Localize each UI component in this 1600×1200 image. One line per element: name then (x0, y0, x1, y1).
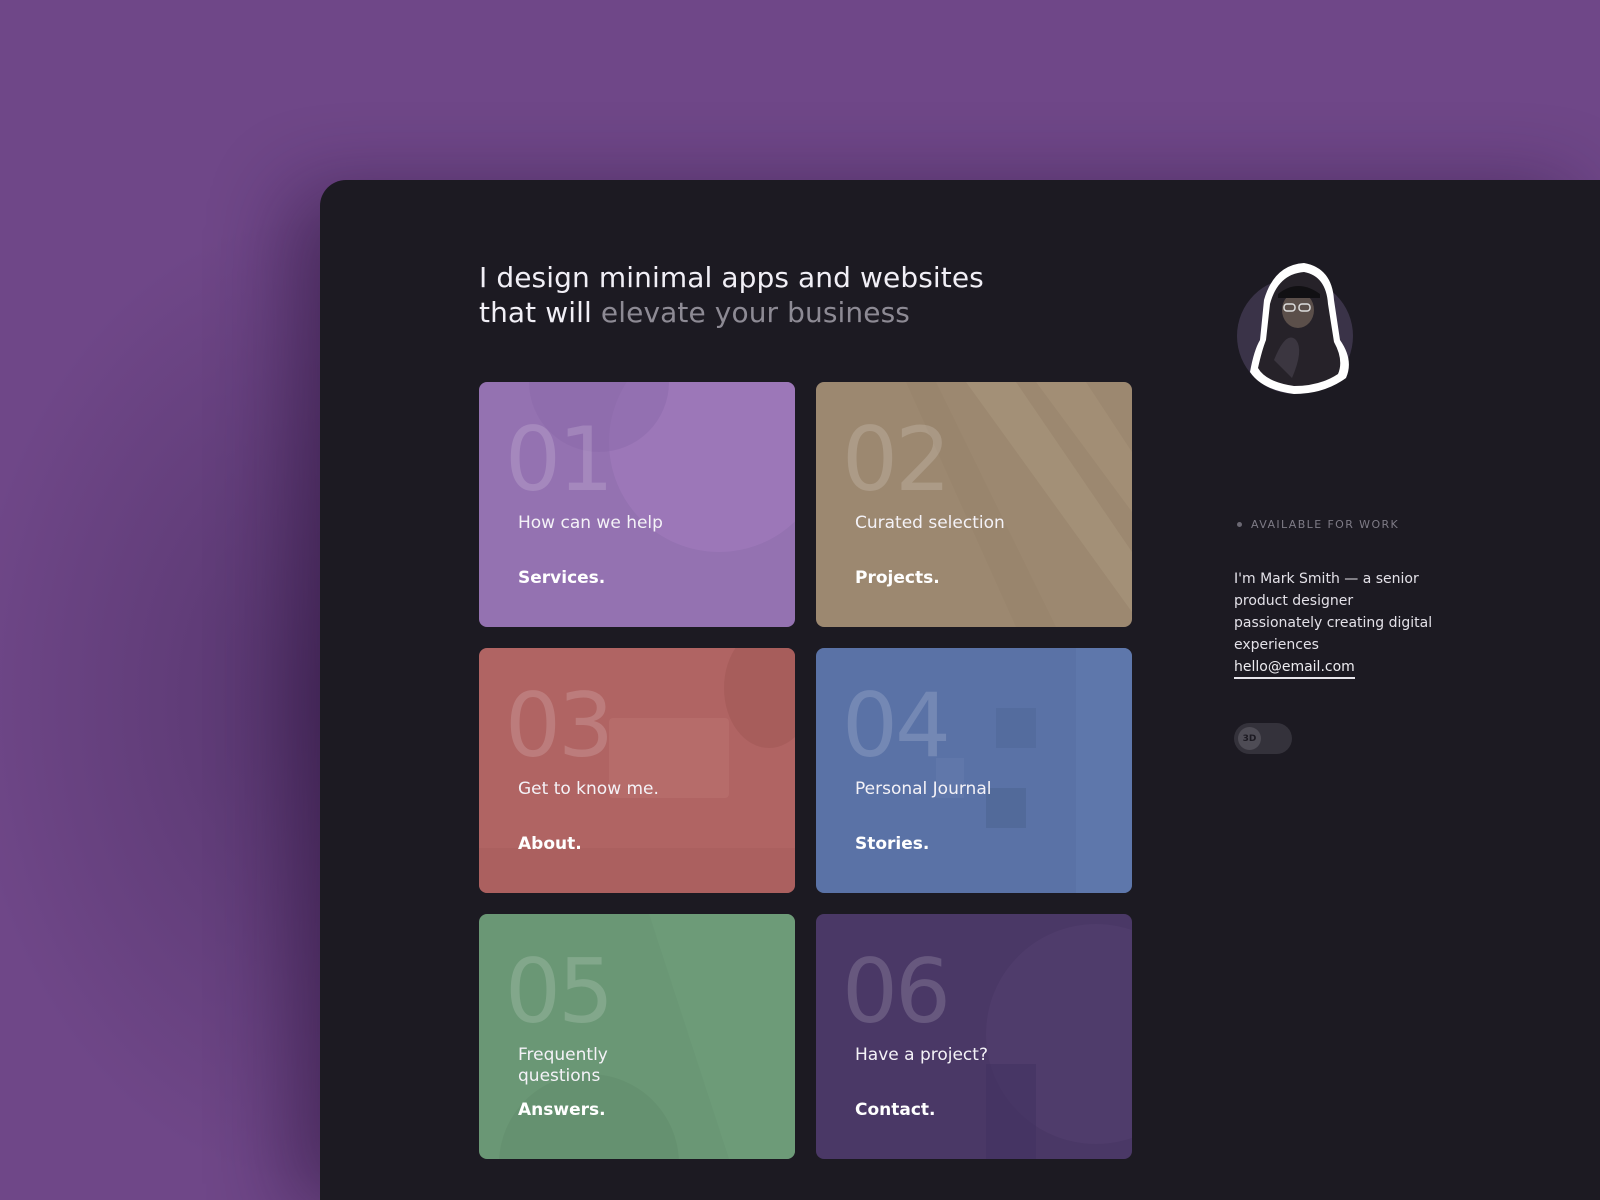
card-contact[interactable]: 06 Have a project? Contact. (816, 914, 1132, 1159)
card-number: 03 (505, 674, 614, 777)
card-subtitle: Frequently questions (518, 1045, 608, 1086)
card-number: 02 (842, 408, 951, 511)
card-subtitle: How can we help (518, 513, 663, 533)
status-dot-icon (1237, 522, 1242, 527)
card-subtitle: Get to know me. (518, 779, 659, 799)
3d-toggle[interactable]: 3D (1234, 723, 1292, 754)
card-subtitle: Have a project? (855, 1045, 988, 1065)
card-services[interactable]: 01 How can we help Services. (479, 382, 795, 627)
card-title: Services. (518, 568, 606, 588)
status-label: AVAILABLE FOR WORK (1251, 518, 1400, 531)
hero-headline: I design minimal apps and websites that … (479, 260, 1039, 330)
card-number: 04 (842, 674, 951, 777)
card-title: Projects. (855, 568, 940, 588)
card-answers[interactable]: 05 Frequently questions Answers. (479, 914, 795, 1159)
card-title: Answers. (518, 1100, 606, 1120)
card-number: 06 (842, 940, 951, 1043)
card-about[interactable]: 03 Get to know me. About. (479, 648, 795, 893)
headline-highlight: elevate your business (600, 296, 910, 329)
card-number: 01 (505, 408, 614, 511)
availability-status: AVAILABLE FOR WORK (1234, 518, 1399, 531)
avatar (1237, 263, 1353, 394)
card-subtitle: Curated selection (855, 513, 1005, 533)
bio-text: I'm Mark Smith — a senior product design… (1234, 571, 1433, 653)
toggle-knob: 3D (1238, 727, 1261, 750)
browser-panel: I design minimal apps and websites that … (320, 180, 1600, 1200)
card-subtitle: Personal Journal (855, 779, 992, 799)
email-link[interactable]: hello@email.com (1234, 659, 1355, 679)
headline-line-1: I design minimal apps and websites (479, 261, 984, 294)
card-title: About. (518, 834, 582, 854)
card-title: Stories. (855, 834, 930, 854)
card-stories[interactable]: 04 Personal Journal Stories. (816, 648, 1132, 893)
card-title: Contact. (855, 1100, 936, 1120)
headline-line-2: that will (479, 296, 592, 329)
card-projects[interactable]: 02 Curated selection Projects. (816, 382, 1132, 627)
section-grid: 01 How can we help Services. 02 Curated … (479, 382, 1132, 1159)
card-number: 05 (505, 940, 614, 1043)
